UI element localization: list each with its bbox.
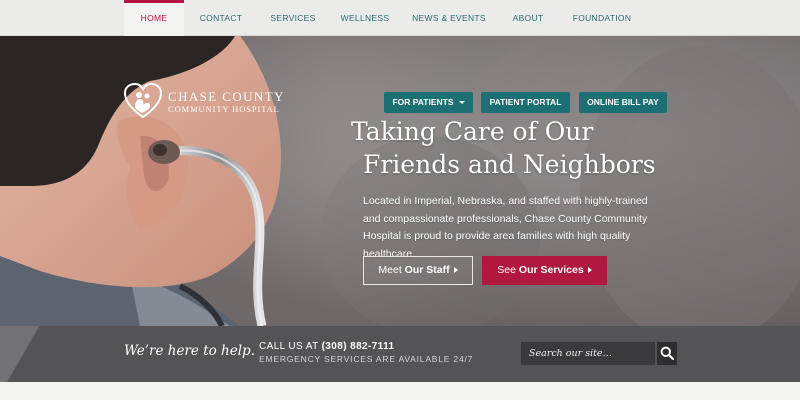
nav-item-home[interactable]: HOME xyxy=(124,0,184,36)
hero-description: Located in Imperial, Nebraska, and staff… xyxy=(363,195,648,260)
see-our-services-button[interactable]: See Our Services xyxy=(482,256,607,285)
arrow-right-icon xyxy=(453,267,458,274)
diagonal-accent xyxy=(0,326,48,382)
hero-headline-line1: Taking Care of Our xyxy=(351,117,594,146)
arrow-right-icon xyxy=(587,267,592,274)
for-patients-button[interactable]: FOR PATIENTS xyxy=(384,92,473,113)
emergency-notice: EMERGENCY SERVICES ARE AVAILABLE 24/7 xyxy=(259,354,474,364)
see-services-bold: Our Services xyxy=(518,264,584,276)
patient-portal-button[interactable]: PATIENT PORTAL xyxy=(481,92,570,113)
hero-headline-line2: Friends and Neighbors xyxy=(363,150,656,179)
top-navigation: HOME CONTACT SERVICES WELLNESS NEWS & EV… xyxy=(0,0,800,36)
nav-item-news-events[interactable]: NEWS & EVENTS xyxy=(410,0,488,36)
nav-item-about[interactable]: ABOUT xyxy=(500,0,556,36)
hero-banner: CHASE COUNTY COMMUNITY HOSPITAL FOR PATI… xyxy=(0,36,800,326)
meet-staff-prefix: Meet xyxy=(378,264,405,276)
nav-item-wellness[interactable]: WELLNESS xyxy=(334,0,396,36)
meet-staff-bold: Our Staff xyxy=(404,264,450,276)
call-us-text: CALL US AT (308) 882-7111 xyxy=(259,341,394,352)
heart-family-icon xyxy=(124,83,162,119)
logo-name-line1: CHASE COUNTY xyxy=(168,89,285,104)
help-bar: We’re here to help. CALL US AT (308) 882… xyxy=(0,326,800,382)
hospital-logo[interactable]: CHASE COUNTY COMMUNITY HOSPITAL xyxy=(124,83,284,123)
logo-name-line2: COMMUNITY HOSPITAL xyxy=(168,104,280,114)
phone-number-link[interactable]: (308) 882-7111 xyxy=(322,341,395,352)
for-patients-label: FOR PATIENTS xyxy=(392,97,454,107)
help-tagline: We’re here to help. xyxy=(124,343,255,359)
search-icon xyxy=(660,346,674,360)
nav-item-contact[interactable]: CONTACT xyxy=(190,0,252,36)
call-us-prefix: CALL US AT xyxy=(259,341,322,352)
page-content-strip xyxy=(0,382,800,400)
see-services-prefix: See xyxy=(497,264,519,276)
caret-down-icon xyxy=(458,101,465,105)
nav-item-services[interactable]: SERVICES xyxy=(262,0,324,36)
site-search-input[interactable] xyxy=(521,342,655,365)
nav-item-foundation[interactable]: FOUNDATION xyxy=(566,0,638,36)
meet-our-staff-button[interactable]: Meet Our Staff xyxy=(363,256,473,285)
online-bill-pay-button[interactable]: ONLINE BILL PAY xyxy=(579,92,667,113)
search-button[interactable] xyxy=(657,342,677,365)
